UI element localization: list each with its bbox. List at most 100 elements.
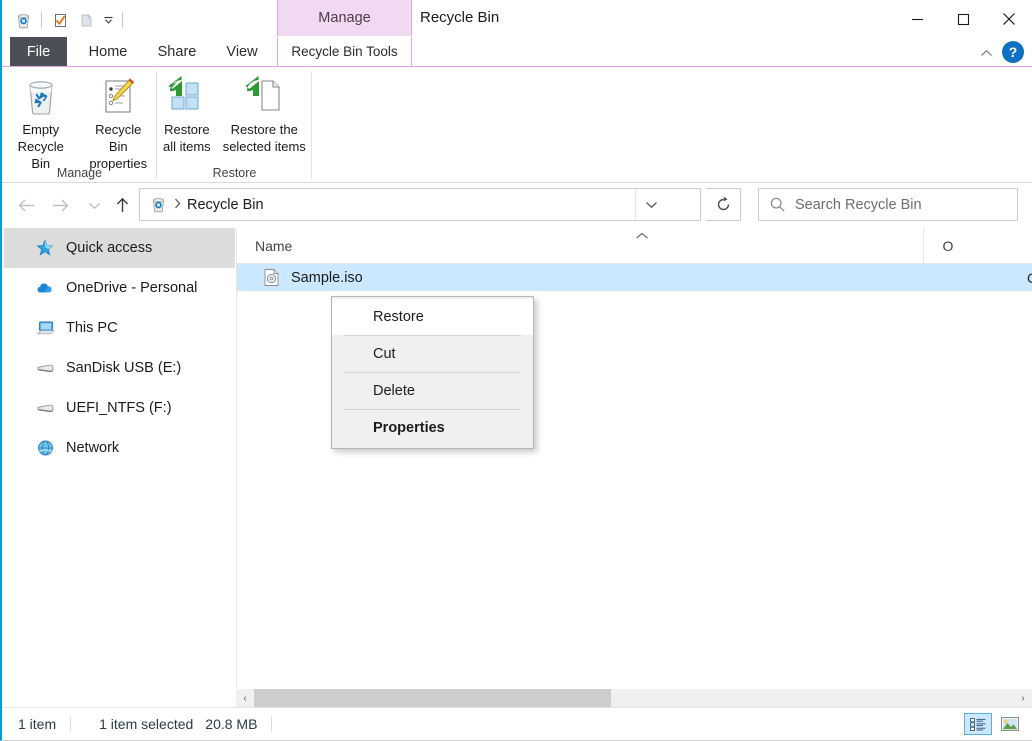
help-button[interactable]: ? bbox=[1002, 41, 1024, 63]
new-folder-icon[interactable] bbox=[73, 8, 99, 32]
scrollbar-thumb[interactable] bbox=[254, 689, 612, 707]
column-header-row: Name O bbox=[237, 227, 1032, 264]
file-name-label: Sample.iso bbox=[291, 269, 363, 286]
sort-ascending-icon bbox=[635, 231, 649, 243]
collapse-ribbon-chevron-up-icon[interactable] bbox=[976, 43, 996, 63]
large-icons-view-button[interactable] bbox=[996, 713, 1024, 735]
monitor-icon bbox=[36, 319, 64, 337]
table-row[interactable]: Sample.iso C bbox=[237, 264, 1032, 291]
tab-share[interactable]: Share bbox=[147, 37, 207, 67]
up-button[interactable] bbox=[108, 190, 136, 220]
tab-view[interactable]: View bbox=[217, 37, 267, 67]
file-explorer-window: Manage Recycle Bin File Home Share View … bbox=[0, 0, 1032, 741]
sidebar-item-this-pc[interactable]: This PC bbox=[4, 308, 235, 348]
qat-customize-chevron-down-icon[interactable] bbox=[99, 8, 117, 32]
sidebar-item-label: UEFI_NTFS (F:) bbox=[66, 400, 172, 416]
search-box[interactable]: Search Recycle Bin bbox=[758, 188, 1018, 221]
ribbon-group-restore-label: Restore bbox=[212, 166, 257, 180]
qat-separator-2 bbox=[122, 12, 123, 28]
window-title: Recycle Bin bbox=[420, 9, 500, 26]
recycle-bin-properties-label: Recycle Bin properties bbox=[89, 122, 148, 171]
status-selection-size: 20.8 MB bbox=[205, 716, 258, 732]
sidebar-item-uefi-ntfs-f[interactable]: UEFI_NTFS (F:) bbox=[4, 388, 235, 428]
tab-home[interactable]: Home bbox=[79, 37, 137, 67]
address-bar[interactable]: Recycle Bin bbox=[139, 188, 701, 221]
breadcrumb-chevron-right-icon bbox=[174, 198, 181, 212]
sidebar-item-label: OneDrive - Personal bbox=[66, 280, 198, 296]
sidebar-item-sandisk-usb-e[interactable]: SanDisk USB (E:) bbox=[4, 348, 235, 388]
disc-image-icon bbox=[263, 268, 285, 287]
title-bar: Manage Recycle Bin bbox=[2, 0, 1032, 40]
tab-file[interactable]: File bbox=[10, 37, 67, 67]
status-bar: 1 item 1 item selected 20.8 MB bbox=[2, 707, 1032, 740]
forward-button[interactable] bbox=[46, 190, 74, 220]
quick-access-toolbar bbox=[10, 8, 128, 32]
search-icon bbox=[759, 196, 795, 213]
tab-recycle-bin-tools[interactable]: Recycle Bin Tools bbox=[277, 37, 412, 67]
context-menu-item-restore[interactable]: Restore bbox=[332, 299, 533, 335]
ribbon: Empty Recycle Bin Recycle Bin properties… bbox=[2, 67, 1032, 183]
ribbon-group-restore: Restore all items Restore the selected i… bbox=[157, 67, 312, 183]
sidebar-item-label: Quick access bbox=[66, 240, 153, 256]
restore-the-selected-items-button[interactable]: Restore the selected items bbox=[217, 67, 312, 155]
breadcrumb[interactable]: Recycle Bin bbox=[187, 197, 264, 213]
sidebar-item-label: SanDisk USB (E:) bbox=[66, 360, 182, 376]
empty-recycle-bin-label: Empty Recycle Bin bbox=[17, 122, 64, 171]
status-separator-2 bbox=[271, 716, 273, 732]
recycle-bin-icon[interactable] bbox=[10, 8, 36, 32]
status-selection-count: 1 item selected bbox=[99, 716, 194, 732]
search-input[interactable]: Search Recycle Bin bbox=[795, 197, 922, 213]
scroll-left-arrow-icon[interactable]: ‹ bbox=[236, 689, 254, 707]
close-button[interactable] bbox=[986, 0, 1032, 38]
sidebar-item-label: This PC bbox=[66, 320, 118, 336]
usb-drive-icon bbox=[36, 399, 64, 417]
sidebar-item-network[interactable]: Network bbox=[4, 428, 235, 468]
minimize-button[interactable] bbox=[894, 0, 940, 38]
contextual-tab-header: Manage bbox=[277, 0, 412, 36]
horizontal-scrollbar[interactable]: ‹ › bbox=[236, 689, 1032, 707]
window-controls bbox=[894, 0, 1032, 38]
cloud-icon bbox=[36, 279, 64, 297]
context-menu-item-cut[interactable]: Cut bbox=[332, 336, 533, 372]
scrollbar-track[interactable] bbox=[254, 689, 1014, 707]
ribbon-group-manage-label: Manage bbox=[56, 166, 103, 180]
restore-all-items-label: Restore all items bbox=[163, 122, 211, 154]
sidebar-item-quick-access[interactable]: Quick access bbox=[4, 228, 235, 268]
address-recycle-bin-icon bbox=[144, 196, 172, 213]
view-mode-buttons bbox=[964, 713, 1024, 735]
column-header-original-location[interactable]: O bbox=[923, 227, 1032, 264]
restore-the-selected-items-icon bbox=[242, 73, 286, 119]
qat-separator-1 bbox=[41, 12, 42, 28]
context-menu-item-properties[interactable]: Properties bbox=[332, 410, 533, 446]
status-separator bbox=[70, 716, 72, 732]
sidebar-item-onedrive-personal[interactable]: OneDrive - Personal bbox=[4, 268, 235, 308]
recent-locations-chevron-down-icon[interactable] bbox=[80, 190, 108, 220]
context-menu: Restore Cut Delete Properties bbox=[331, 296, 534, 449]
restore-the-selected-items-label: Restore the selected items bbox=[222, 122, 306, 154]
back-button[interactable] bbox=[12, 190, 40, 220]
properties-icon[interactable] bbox=[47, 8, 73, 32]
ribbon-group-manage: Empty Recycle Bin Recycle Bin properties… bbox=[2, 67, 157, 183]
ribbon-group-divider-2 bbox=[311, 71, 312, 179]
maximize-button[interactable] bbox=[940, 0, 986, 38]
sidebar-item-label: Network bbox=[66, 440, 120, 456]
ribbon-tab-strip: File Home Share View Recycle Bin Tools bbox=[2, 37, 1032, 67]
scroll-right-arrow-icon[interactable]: › bbox=[1014, 689, 1032, 707]
empty-recycle-bin-icon bbox=[21, 73, 61, 119]
restore-all-items-icon bbox=[165, 73, 209, 119]
usb-drive-icon bbox=[36, 359, 64, 377]
star-icon bbox=[36, 239, 64, 257]
refresh-button[interactable] bbox=[706, 188, 741, 221]
restore-all-items-button[interactable]: Restore all items bbox=[157, 67, 217, 155]
context-menu-item-delete[interactable]: Delete bbox=[332, 373, 533, 409]
empty-recycle-bin-button[interactable]: Empty Recycle Bin bbox=[2, 67, 80, 172]
navigation-pane: Quick access OneDrive - Personal This PC bbox=[4, 228, 235, 706]
column-header-name[interactable]: Name bbox=[237, 228, 923, 264]
file-original-location-value: C bbox=[1027, 270, 1032, 286]
details-view-button[interactable] bbox=[964, 713, 992, 735]
network-icon bbox=[36, 439, 64, 457]
status-item-count: 1 item bbox=[18, 716, 57, 732]
recycle-bin-properties-button[interactable]: Recycle Bin properties bbox=[80, 67, 158, 172]
address-dropdown-chevron-down-icon[interactable] bbox=[635, 189, 667, 220]
recycle-bin-properties-icon bbox=[98, 73, 138, 119]
